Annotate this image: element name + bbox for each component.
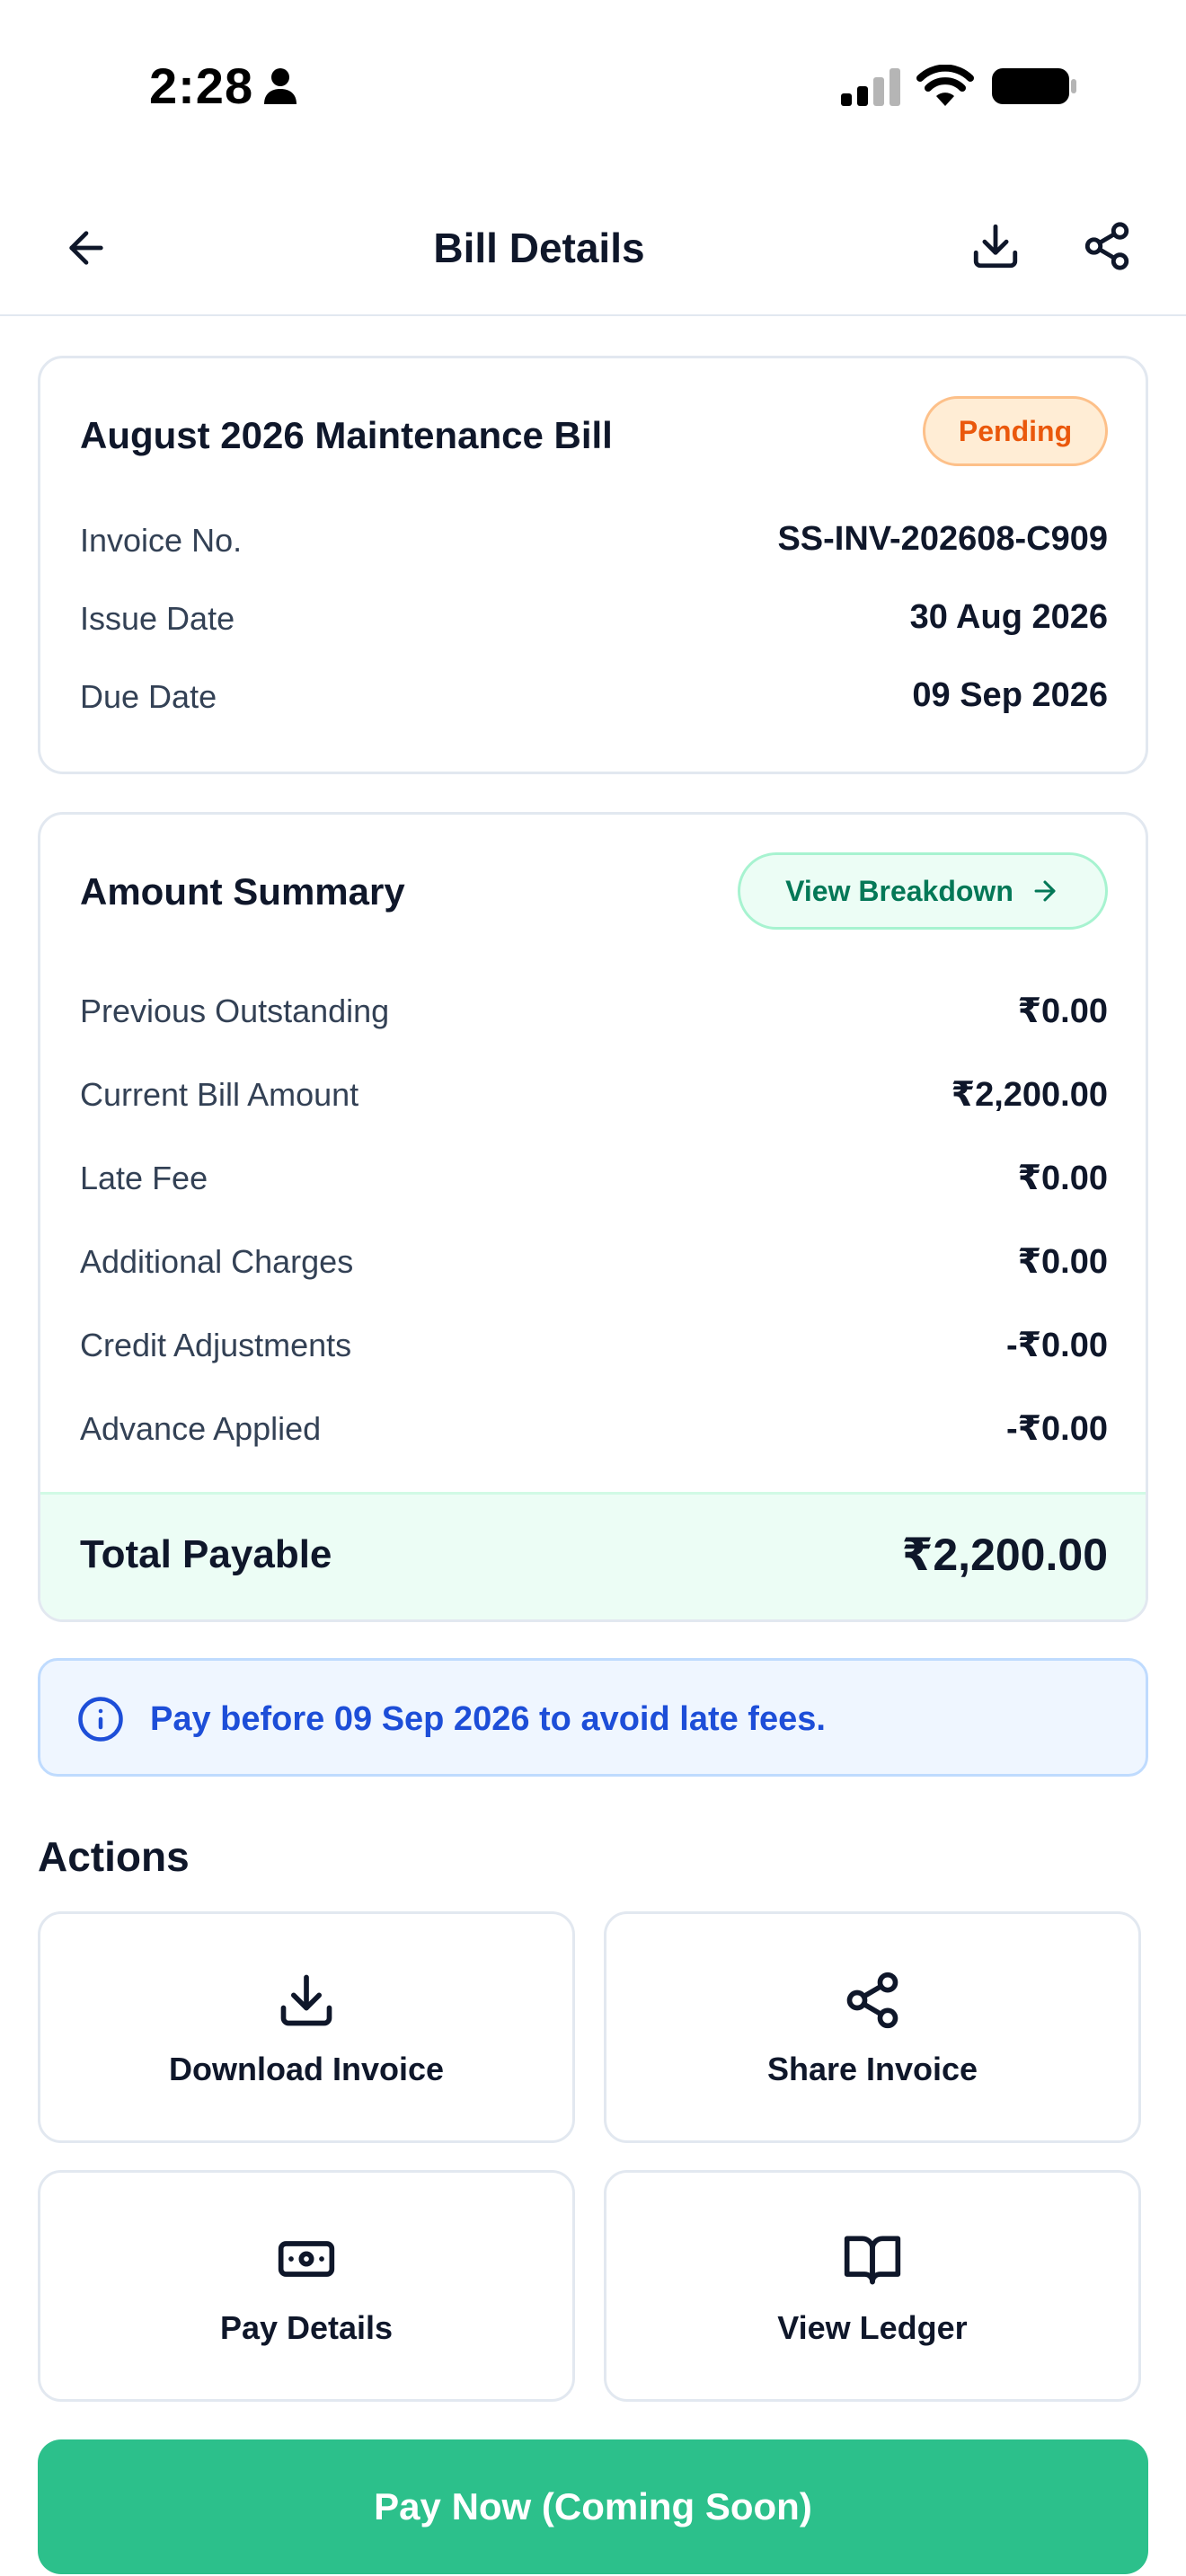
amount-summary-card: Amount Summary View Breakdown Previous O… [38,812,1148,1622]
status-time: 2:28 [149,57,254,114]
wifi-icon [916,65,974,106]
info-icon [78,1697,123,1742]
view-breakdown-label: View Breakdown [785,874,1013,907]
credit-adjustments-value: -₹0.00 [1005,1327,1108,1364]
total-payable-row: Total Payable ₹2,200.00 [40,1492,1146,1619]
advance-applied-label: Advance Applied [80,1410,322,1447]
arrow-left-icon [69,231,103,265]
previous-outstanding-label: Previous Outstanding [80,992,390,1029]
view-ledger-label: View Ledger [777,2309,968,2346]
pay-details-label: Pay Details [219,2309,394,2346]
view-breakdown-button[interactable]: View Breakdown [738,852,1108,930]
view-ledger-button[interactable]: View Ledger [604,2170,1141,2402]
additional-charges-value: ₹0.00 [1017,1243,1108,1281]
share-icon [1084,222,1129,270]
share-icon [846,1972,898,2029]
bill-info-card: August 2026 Maintenance Bill Pending Inv… [38,356,1148,774]
issue-date-label: Issue Date [80,600,235,637]
share-invoice-label: Share Invoice [766,2051,978,2087]
due-date-label: Due Date [80,678,217,715]
invoice-no-value: SS-INV-202608-C909 [777,520,1108,558]
issue-date-value: 30 Aug 2026 [909,598,1108,636]
back-button[interactable] [54,216,119,280]
late-fee-label: Late Fee [80,1160,208,1196]
book-icon [844,2236,901,2285]
battery-icon [992,68,1076,104]
page-title: Bill Details [433,225,645,271]
download-invoice-button[interactable]: Download Invoice [38,1911,575,2143]
due-date-value: 09 Sep 2026 [912,676,1108,714]
additional-charges-label: Additional Charges [80,1243,354,1280]
header-share-button[interactable] [1073,212,1141,280]
late-fee-value: ₹0.00 [1017,1160,1108,1197]
amount-summary-title: Amount Summary [80,870,405,913]
total-payable-label: Total Payable [80,1532,332,1576]
actions-title: Actions [38,1833,190,1880]
pay-now-button[interactable]: Pay Now (Coming Soon) [38,2439,1148,2574]
bill-title: August 2026 Maintenance Bill [80,414,613,456]
download-icon [973,224,1018,269]
cash-icon [278,2241,335,2277]
status-badge: Pending [923,396,1108,466]
person-icon [264,68,296,104]
current-bill-label: Current Bill Amount [80,1076,359,1113]
pay-details-button[interactable]: Pay Details [38,2170,575,2402]
cellular-signal-icon [841,68,900,106]
download-invoice-label: Download Invoice [168,2051,445,2087]
total-payable-value: ₹2,200.00 [901,1530,1108,1580]
invoice-no-label: Invoice No. [80,522,243,559]
current-bill-value: ₹2,200.00 [951,1076,1108,1114]
download-icon [280,1974,332,2026]
notice-text: Pay before 09 Sep 2026 to avoid late fee… [150,1700,826,1738]
header-download-button[interactable] [961,212,1030,280]
share-invoice-button[interactable]: Share Invoice [604,1911,1141,2143]
arrow-right-icon [1034,880,1056,902]
credit-adjustments-label: Credit Adjustments [80,1327,352,1363]
previous-outstanding-value: ₹0.00 [1017,992,1108,1030]
advance-applied-value: -₹0.00 [1005,1410,1108,1448]
late-fee-notice: Pay before 09 Sep 2026 to avoid late fee… [38,1658,1148,1777]
app-header: Bill Details [0,180,1186,316]
